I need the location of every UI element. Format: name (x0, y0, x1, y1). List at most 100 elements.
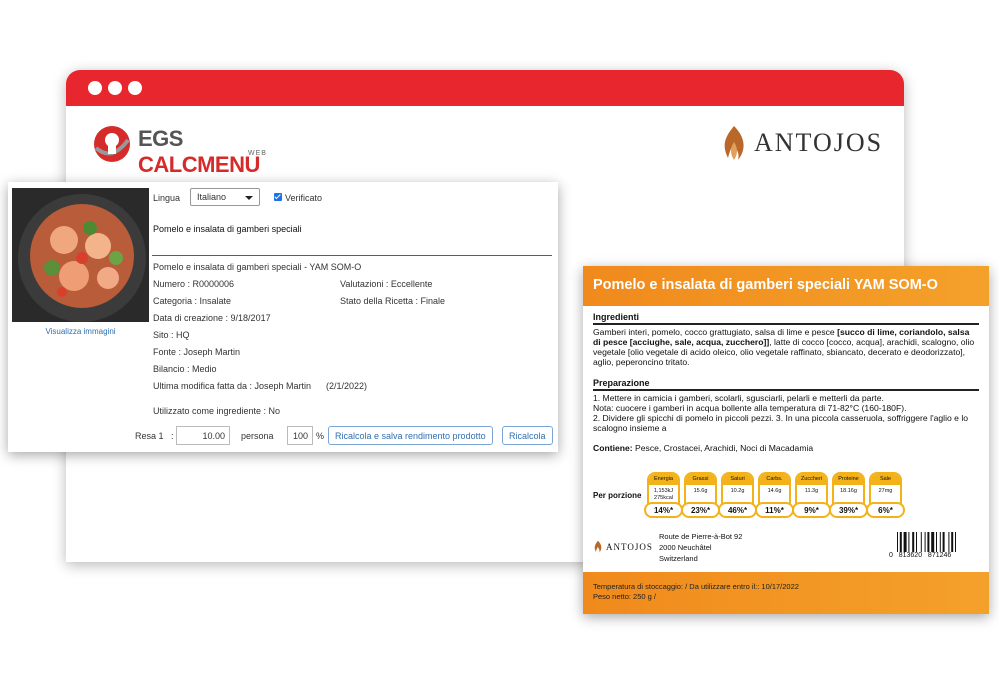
brand-egs: EGS (138, 126, 183, 151)
recipe-category: Categoria : Insalate (153, 296, 232, 306)
window-dot-icon[interactable] (108, 81, 122, 95)
yield-colon: : (171, 431, 174, 441)
nutrient-badge: Carbs. 14.6g 11%* (755, 472, 794, 527)
recipe-full-name: Pomelo e insalata di gamberi speciali - … (153, 262, 362, 272)
divider (593, 389, 979, 391)
address-line: Switzerland (659, 554, 698, 563)
browser-title-bar (66, 70, 904, 106)
nutrient-badge: Zuccheri 11.3g 9%* (792, 472, 831, 527)
per-portion-label: Per porzione (593, 491, 642, 500)
nutrient-value: 18.16g (840, 488, 857, 494)
label-title: Pomelo e insalata di gamberi speciali YA… (583, 266, 989, 306)
prep-step: 2. Dividere gli spicchi di pomelo in pic… (593, 413, 969, 433)
barcode-bar (948, 532, 950, 552)
window-dot-icon[interactable] (88, 81, 102, 95)
recipe-card: Visualizza immagini Lingua Italiano Veri… (8, 182, 558, 452)
nutrient-name: Carbs. (760, 474, 789, 485)
flame-icon (724, 126, 744, 160)
nutrient-value: 27mg (878, 488, 893, 494)
nutrient-value: 14.6g (767, 488, 782, 494)
storage-text: Temperatura di stoccaggio: / Da utilizza… (593, 582, 799, 591)
recipe-site: Sito : HQ (153, 330, 190, 340)
barcode-bar (927, 532, 930, 552)
ingredients-part: Gamberi interi, pomelo, cocco grattugiat… (593, 327, 838, 337)
ingredients-title: Ingredienti (593, 312, 640, 322)
preparation-text: 1. Mettere in camicia i gamberi, scolarl… (593, 393, 979, 433)
language-select[interactable]: Italiano (190, 188, 260, 206)
egs-calcmenu-logo: EGS CALCMENU WEB (88, 120, 278, 177)
net-weight-text: Peso netto: 250 g / (593, 592, 656, 601)
divider (152, 255, 552, 256)
nutrient-name: Sale (871, 474, 900, 485)
barcode-bar (908, 532, 910, 552)
ingredients-text: Gamberi interi, pomelo, cocco grattugiat… (593, 327, 979, 367)
nutrient-percent: 14%* (644, 502, 683, 518)
flame-icon (594, 540, 602, 553)
antojos-logo: ANTOJOS (716, 120, 886, 166)
barcode-bar (924, 532, 926, 552)
barcode-bar (942, 532, 945, 552)
recipe-last-modified-date: (2/1/2022) (326, 381, 368, 391)
person-label: persona (241, 431, 274, 441)
recipe-name: Pomelo e insalata di gamberi speciali (153, 224, 302, 234)
percent-sign: % (316, 431, 325, 441)
nutrient-badge: Sale 27mg 6%* (866, 472, 905, 527)
prep-step: 1. Mettere in camicia i gamberi, scolarl… (593, 393, 884, 403)
nutrient-badge: Proteine 18.16g 39%* (829, 472, 868, 527)
chevron-down-icon (245, 196, 253, 200)
nutrient-percent: 23%* (681, 502, 720, 518)
yield-input[interactable]: 10.00 (176, 426, 230, 445)
nutrient-percent: 6%* (866, 502, 905, 518)
nutrient-name: Zuccheri (797, 474, 826, 485)
nutrient-percent: 39%* (829, 502, 868, 518)
barcode-digits: 0 813620 871246 (889, 552, 952, 559)
contains-label: Contiene: (593, 443, 633, 453)
recalc-button[interactable]: Ricalcola (502, 426, 553, 445)
recipe-status: Stato della Ricetta : Finale (340, 296, 446, 306)
nutrient-percent: 11%* (755, 502, 794, 518)
chef-icon (94, 126, 130, 162)
nutrient-badge: Saturi 10.2g 46%* (718, 472, 757, 527)
language-label: Lingua (153, 193, 181, 203)
contains-line: Contiene: Pesce, Crostacei, Arachidi, No… (593, 443, 979, 453)
barcode-bar (903, 532, 907, 552)
barcode-bar (939, 532, 941, 552)
nutrient-percent: 9%* (792, 502, 831, 518)
nutrient-value: 11.3g (804, 488, 819, 494)
barcode-bar (951, 532, 954, 552)
barcode-bar (955, 532, 956, 552)
barcode-bar (936, 532, 937, 552)
nutrient-value: 10.2g (730, 488, 745, 494)
verified-checkbox[interactable] (274, 193, 282, 201)
window-dot-icon[interactable] (128, 81, 142, 95)
preparation-title: Preparazione (593, 378, 650, 388)
barcode-bar (897, 532, 898, 552)
nutrient-value: 15.6g (693, 488, 708, 494)
nutrient-badge: Energia 1,153kJ 275kcal 14%* (644, 472, 683, 527)
address-line: Route de Pierre-à-Bot 92 (659, 532, 743, 541)
nutrient-name: Saturi (723, 474, 752, 485)
contains-value: Pesce, Crostacei, Arachidi, Noci di Maca… (635, 443, 814, 453)
address-line: 2000 Neuchâtel (659, 543, 712, 552)
brand-calcmenu: CALCMENU (138, 152, 260, 177)
recipe-source: Fonte : Joseph Martin (153, 347, 241, 357)
percent-input[interactable]: 100 (287, 426, 313, 445)
recalc-save-button[interactable]: Ricalcola e salva rendimento prodotto (328, 426, 493, 445)
nutrient-value: 1,153kJ 275kcal (653, 488, 674, 501)
divider (593, 323, 979, 325)
used-as-ingredient: Utilizzato come ingrediente : No (153, 406, 281, 416)
recipe-balance: Bilancio : Medio (153, 364, 217, 374)
recipe-photo[interactable] (12, 188, 149, 322)
nutrient-percent: 46%* (718, 502, 757, 518)
product-label: Pomelo e insalata di gamberi speciali YA… (583, 266, 989, 614)
nutrient-name: Energia (649, 474, 678, 485)
barcode-bar (916, 532, 917, 552)
barcode-bar (931, 532, 935, 552)
yield-label: Resa 1 (135, 431, 164, 441)
nutrient-name: Grassi (686, 474, 715, 485)
view-images-link[interactable]: Visualizza immagini (12, 327, 149, 336)
nutrient-badge: Grassi 15.6g 23%* (681, 472, 720, 527)
language-value: Italiano (197, 192, 227, 202)
barcode-bar (899, 532, 902, 552)
brand-web: WEB (248, 150, 267, 157)
